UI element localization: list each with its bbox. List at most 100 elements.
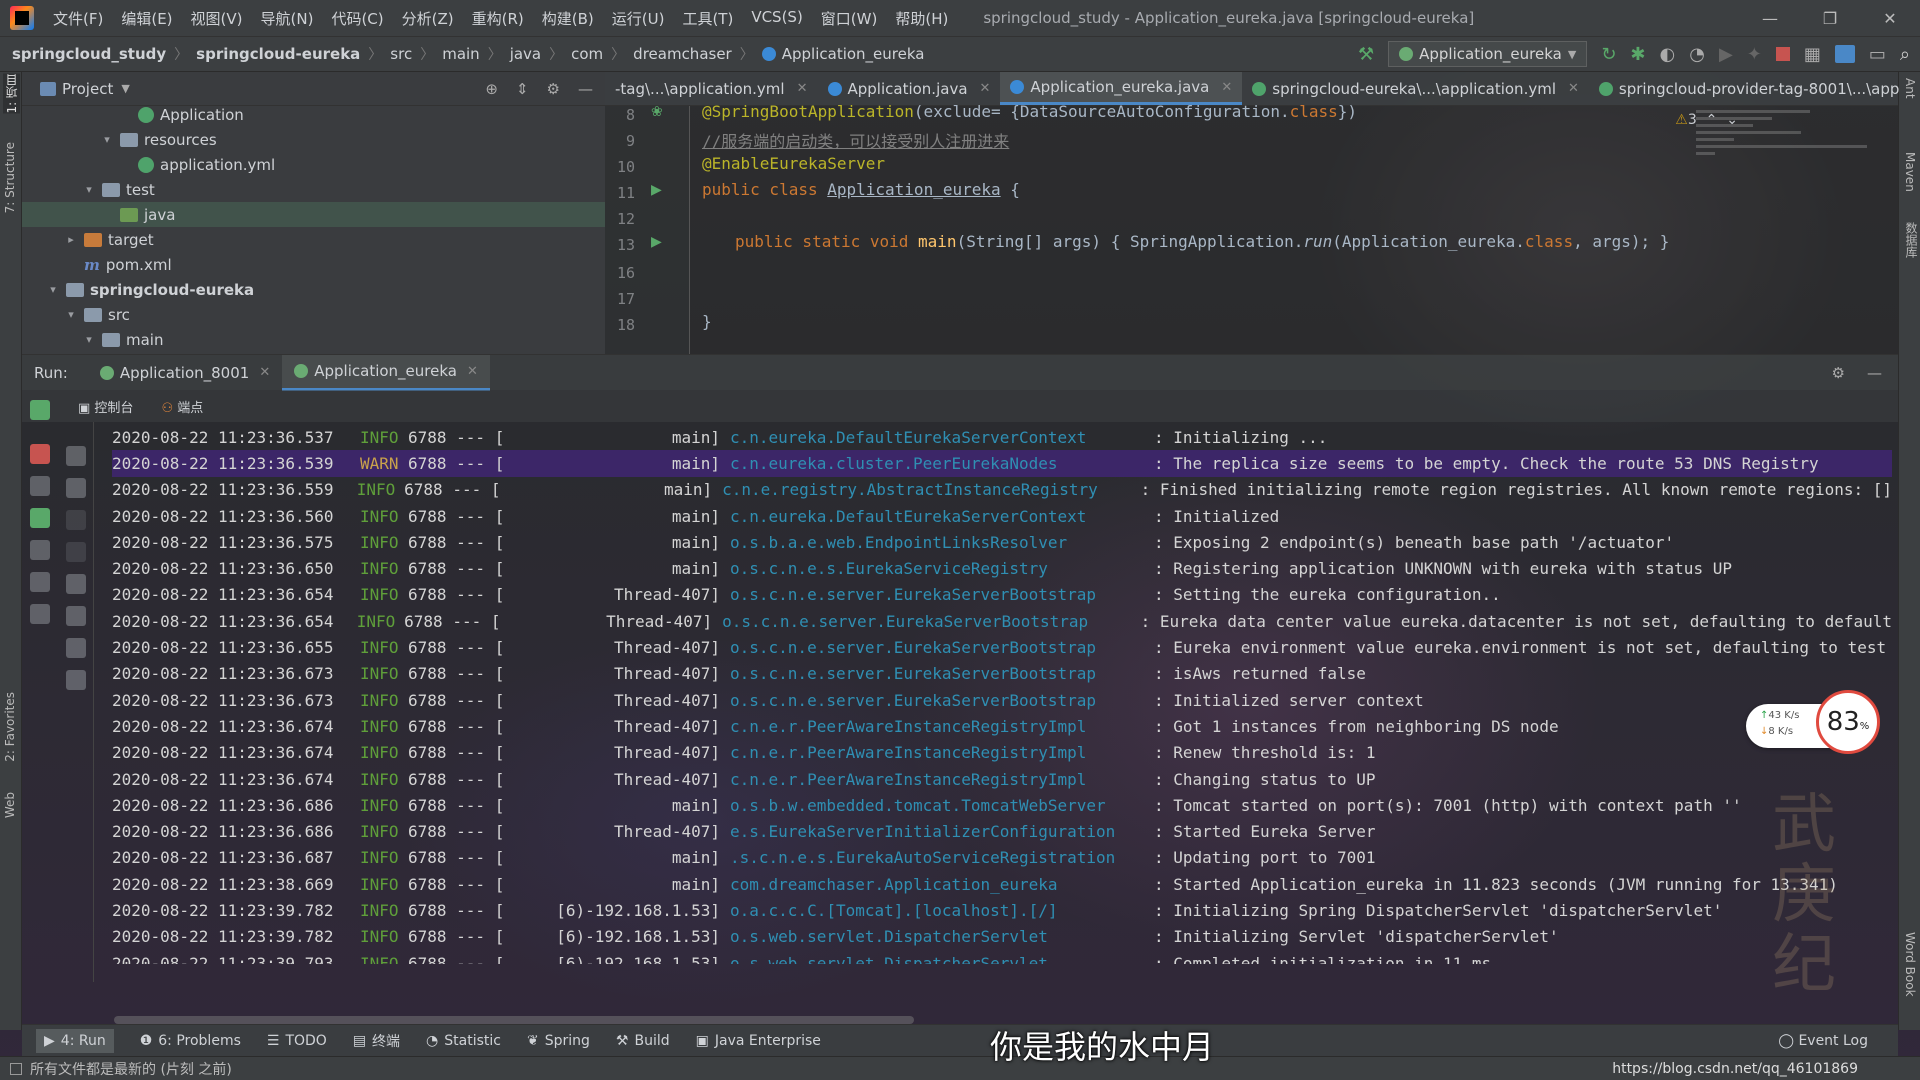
log-line[interactable]: 2020-08-22 11:23:36.575 INFO 6788 --- [mai… [112,529,1892,555]
menu-item[interactable]: 文件(F) [44,8,112,29]
stripe-favorites[interactable]: 2: Favorites [3,692,17,762]
editor-tab[interactable]: springcloud-eureka\...\application.yml ✕ [1242,72,1589,105]
log-logger-link[interactable]: o.s.c.n.e.server.EurekaServerBootstrap [720,585,1152,604]
breadcrumb-item[interactable]: main [442,45,479,63]
editor-tab[interactable]: Application_eureka.java ✕ [1000,72,1243,105]
restore-layout-icon[interactable] [30,508,50,528]
chevron-down-icon[interactable]: ▾ [82,333,96,346]
log-logger-link[interactable]: c.n.eureka.DefaultEurekaServerContext [720,507,1152,526]
spring-bean-icon[interactable]: ❀ [651,104,663,120]
log-line[interactable]: 2020-08-22 11:23:38.669 INFO 6788 --- [mai… [112,871,1892,897]
stripe-structure[interactable]: 7: Structure [3,142,17,213]
run-icon[interactable]: ▶ [1719,44,1733,65]
menu-item[interactable]: VCS(S) [742,8,811,29]
tree-node[interactable]: ▾ src [22,302,605,327]
breadcrumb-item[interactable]: springcloud_study [12,45,166,63]
menu-item[interactable]: 工具(T) [673,8,742,29]
log-logger-link[interactable]: o.s.c.n.e.server.EurekaServerBootstrap [720,691,1152,710]
tool-window-button[interactable]: ⚒ Build [616,1033,670,1049]
menu-item[interactable]: 导航(N) [252,8,323,29]
tree-node[interactable]: ▾ test [22,177,605,202]
tree-node[interactable]: java [22,202,605,227]
log-line[interactable]: 2020-08-22 11:23:36.655 INFO 6788 --- [Thr… [112,634,1892,660]
log-line[interactable]: 2020-08-22 11:23:36.686 INFO 6788 --- [mai… [112,792,1892,818]
network-speed-widget[interactable]: ↑43 K/s ↓8 K/s 83% [1746,690,1882,756]
log-line[interactable]: 2020-08-22 11:23:36.674 INFO 6788 --- [Thr… [112,766,1892,792]
tab-endpoints[interactable]: ⚇ 端点 [161,397,203,416]
tool-window-button[interactable]: ▣ Java Enterprise [696,1033,821,1049]
tool-window-button[interactable]: ▶ 4: Run [36,1028,114,1053]
down-arrow-icon[interactable] [65,542,86,562]
coverage-icon[interactable]: ◐ [1660,44,1676,65]
up-arrow-icon[interactable] [65,510,86,530]
log-logger-link[interactable]: o.s.c.n.e.server.EurekaServerBootstrap [720,664,1152,683]
tool-window-button[interactable]: ▤ 终端 [353,1031,400,1051]
log-line[interactable]: 2020-08-22 11:23:36.674 INFO 6788 --- [Thr… [112,713,1892,739]
translate-icon[interactable] [1834,45,1855,63]
console-output[interactable]: 2020-08-22 11:23:36.537 INFO 6788 --- [mai… [112,424,1892,964]
log-line[interactable]: 2020-08-22 11:23:39.782 INFO 6788 --- [[6)… [112,924,1892,950]
close-tab-icon[interactable]: ✕ [259,365,270,380]
log-line[interactable]: 2020-08-22 11:23:36.559 INFO 6788 --- [mai… [112,477,1892,503]
breadcrumb-item[interactable]: com [571,45,603,63]
log-line[interactable]: 2020-08-22 11:23:36.650 INFO 6788 --- [mai… [112,555,1892,581]
stripe-database[interactable]: 数据库 [1903,222,1920,258]
chevron-right-icon[interactable]: ▸ [64,233,78,246]
log-line[interactable]: 2020-08-22 11:23:36.687 INFO 6788 --- [mai… [112,845,1892,871]
menu-item[interactable]: 代码(C) [322,8,392,29]
code-editor[interactable]: 8 9 10 11 12 13 16 17 18 ❀ ▶ ▶ @SpringBootApplicati… [605,102,1898,354]
breadcrumb-item[interactable]: java [510,45,541,63]
tree-node[interactable]: ▾ resources [22,127,605,152]
tree-node[interactable]: application.yml [22,152,605,177]
tab-list-chevron-icon[interactable]: ⌄ [1909,72,1920,105]
tree-node[interactable]: Application [22,102,605,127]
project-panel-title[interactable]: Project [62,80,113,98]
pin-icon[interactable] [30,604,50,624]
run-gutter-icon[interactable]: ▶ [651,234,662,250]
layout-icon[interactable]: ▭ [1869,44,1886,65]
log-line[interactable]: 2020-08-22 11:23:36.537 INFO 6788 --- [mai… [112,424,1892,450]
code-line[interactable]: } [702,312,712,331]
editor-tab[interactable]: springcloud-provider-tag-8001\...\app [1589,72,1910,105]
log-line[interactable]: 2020-08-22 11:23:39.793 INFO 6788 --- [[6)… [112,950,1892,964]
breadcrumb-item[interactable]: Application_eureka [782,45,925,63]
menu-item[interactable]: 构建(B) [533,8,603,29]
log-logger-link[interactable]: c.n.e.r.PeerAwareInstanceRegistryImpl [720,770,1152,789]
tool-window-button[interactable]: ☰ TODO [267,1033,327,1049]
chevron-down-icon[interactable]: ▾ [82,183,96,196]
tool-window-button[interactable]: ◔ Statistic [426,1033,501,1049]
exit-icon[interactable] [30,540,50,560]
rerun-icon[interactable]: ↻ [1601,44,1616,65]
sort-icon[interactable] [65,478,86,498]
collapse-all-icon[interactable]: ⇕ [516,80,529,98]
print-icon[interactable] [65,638,86,658]
breadcrumb-item[interactable]: dreamchaser [633,45,732,63]
hide-panel-icon[interactable]: — [1867,364,1882,382]
log-logger-link[interactable]: o.s.b.a.e.web.EndpointLinksResolver [720,533,1152,552]
tree-node[interactable]: ▾ springcloud-eureka [22,277,605,302]
horizontal-scrollbar[interactable] [114,1016,914,1024]
breadcrumb-item[interactable]: src [390,45,412,63]
menu-item[interactable]: 重构(R) [463,8,533,29]
menu-item[interactable]: 分析(Z) [393,8,463,29]
log-logger-link[interactable]: c.n.eureka.cluster.PeerEurekaNodes [720,454,1152,473]
log-logger-link[interactable]: com.dreamchaser.Application_eureka [720,875,1152,894]
trash-icon[interactable] [65,670,86,690]
event-log-button[interactable]: ◯ Event Log [1778,1033,1898,1049]
gear-icon[interactable]: ⚙ [547,80,560,98]
close-tab-icon[interactable]: ✕ [797,81,808,96]
menu-item[interactable]: 视图(V) [182,8,252,29]
attach-icon[interactable]: ✦ [1747,44,1762,65]
close-tab-icon[interactable]: ✕ [980,81,991,96]
code-line[interactable]: //服务端的启动类，可以接受别人注册进来 [702,128,1009,152]
run-gutter-icon[interactable]: ▶ [651,182,662,198]
tree-node[interactable]: m pom.xml [22,252,605,277]
gear-icon[interactable]: ⚙ [1832,364,1845,382]
menu-item[interactable]: 窗口(W) [812,8,887,29]
stripe-maven[interactable]: Maven [1903,152,1917,192]
stripe-web[interactable]: Web [3,792,17,818]
log-line[interactable]: 2020-08-22 11:23:36.674 INFO 6788 --- [Thr… [112,740,1892,766]
layout-icon[interactable] [30,572,50,592]
log-logger-link[interactable]: o.s.web.servlet.DispatcherServlet [720,954,1152,964]
soft-wrap-icon[interactable] [65,574,86,594]
